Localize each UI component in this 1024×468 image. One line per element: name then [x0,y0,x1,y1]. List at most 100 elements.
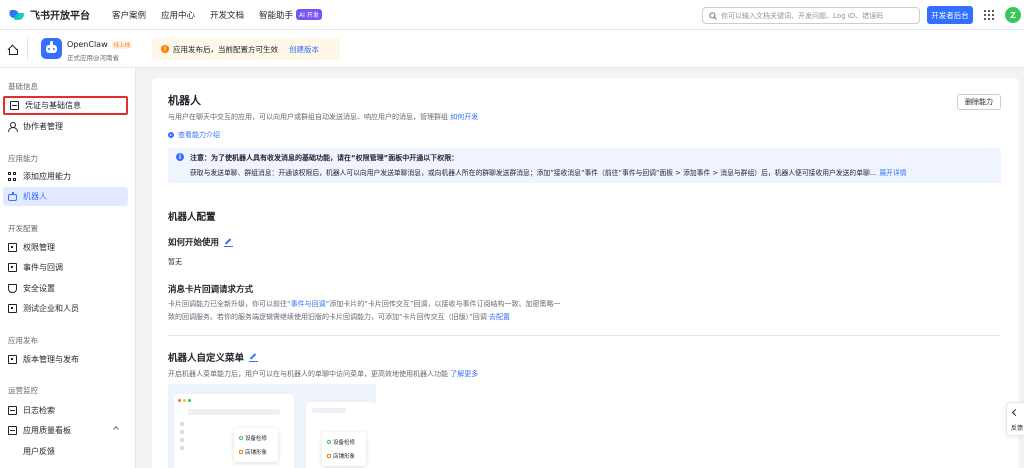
illustration-menu-card: 设备检修 店铺形象 [234,428,278,462]
edit-icon[interactable] [224,238,234,247]
app-robot-icon [41,38,62,59]
info-title: 注意：为了使机器人具有收发消息的基础功能，请在“权限管理”面板中开通以下权限： [190,154,459,162]
feedback-float-button[interactable]: 反馈 [1006,402,1024,436]
events-callbacks-link[interactable]: 事件与回调 [291,300,326,308]
app-name-label: OpenClaw [67,40,108,49]
illus-item-label: 设备检修 [245,436,268,442]
play-icon [168,132,174,138]
chevron-up-icon[interactable] [113,426,119,432]
sidebar-item-test-users[interactable]: 测试企业和人员 [3,299,128,318]
robot-config-title: 机器人配置 [168,212,216,223]
illustration-menu-card: 设备检修 店铺形象 [322,432,366,466]
nav-ai-assistant[interactable]: 智能助手 AI 开发 [259,9,322,21]
capability-intro-link[interactable]: 查看能力介绍 [168,130,220,140]
delete-capability-button[interactable]: 删除能力 [957,94,1001,110]
sidebar-item-label: 应用质量看板 [23,426,71,435]
event-icon [8,263,17,272]
status-badge: 待上线 [111,40,133,49]
custom-menu-desc-text: 开启机器人菜单能力后，用户可以在与机器人的单聊中访问菜单，更高效地使用机器人功能 [168,370,448,378]
card-icon [10,101,19,110]
how-to-use-label: 如何开始使用 [168,238,220,248]
sidebar-item-label: 机器人 [23,192,47,201]
sidebar-item-robot[interactable]: 机器人 [3,187,128,206]
sidebar-section-basic: 基础信息 [8,82,38,91]
empty-value: 暂无 [168,258,182,266]
shield-icon [8,284,17,293]
sidebar-item-events[interactable]: 事件与回调 [3,258,128,277]
search-icon [709,11,717,20]
brand-name: 飞书开放平台 [30,11,90,22]
sidebar-item-label: 协作者管理 [23,122,63,131]
sidebar-item-label: 用户反馈 [23,447,55,456]
sidebar-item-permissions[interactable]: 权限管理 [3,238,128,257]
nav-customer-cases[interactable]: 客户案例 [112,9,146,21]
main-panel: 机器人 删除能力 与用户在聊天中交互的应用，可以向用户或群组自动发送消息、响应用… [152,78,1019,468]
sidebar-item-credentials[interactable]: 凭证与基础信息 [3,96,128,115]
expand-details-link[interactable]: 展开详情 [879,169,906,177]
ai-badge: AI 开发 [296,9,322,20]
card-callback-desc-1: 卡片回调能力已全新升级，你可以前往“事件与回调”添加卡片的“卡片回传交互”回调，… [168,299,561,309]
section-divider [168,335,1001,336]
header-divider [27,38,28,60]
nav-ai-assistant-label: 智能助手 [259,10,294,21]
sidebar-item-label: 版本管理与发布 [23,355,79,364]
go-configure-link[interactable]: 去配置 [489,313,510,321]
nav-app-center[interactable]: 应用中心 [161,9,195,21]
sidebar-section-release: 应用发布 [8,336,38,345]
nav-dev-docs[interactable]: 开发文档 [210,9,244,21]
illus-item-label: 店铺形象 [333,454,356,460]
sidebar-item-label: 日志检索 [23,406,55,415]
app-name[interactable]: OpenClaw 待上线 [67,40,133,49]
card-callback-heading: 消息卡片回调请求方式 [168,285,254,295]
description-text: 与用户在聊天中交互的应用，可以向用户或群组自动发送消息、响应用户的消息，管理群组 [168,113,448,121]
learn-more-link[interactable]: 了解更多 [450,370,478,378]
app-subtitle: 正式应用@河南省 [67,54,119,62]
sidebar-section-monitoring: 运营监控 [8,386,38,395]
sidebar-item-quality[interactable]: 应用质量看板 [3,421,128,440]
menu-illustration: 设备检修 店铺形象 设备检修 店铺形象 [168,384,376,468]
search-input[interactable] [721,11,911,20]
dev-console-button[interactable]: 开发者后台 [927,6,973,24]
card-callback-text-b: ”添加卡片的“卡片回传交互”回调，以接收与事件订阅结构一致、加密策略一 [325,300,561,308]
card-callback-text-a: 卡片回调能力已全新升级，你可以前往“ [168,300,291,308]
feishu-logo-icon [7,8,25,21]
warning-icon: ! [161,45,169,53]
how-to-develop-link[interactable]: 如何开发 [450,113,478,121]
edit-icon[interactable] [249,353,259,362]
sidebar-item-security[interactable]: 安全设置 [3,279,128,298]
create-version-link[interactable]: 创建版本 [289,44,319,55]
page-title: 机器人 [168,94,201,107]
sidebar: 基础信息 凭证与基础信息 协作者管理 应用能力 添加应用能力 机器人 开发配置 … [0,68,136,468]
illus-item-label: 设备检修 [333,440,356,446]
capability-intro-label: 查看能力介绍 [178,131,220,139]
sidebar-item-label: 测试企业和人员 [23,304,79,313]
sidebar-item-label: 事件与回调 [23,263,63,272]
search-box[interactable] [702,7,920,24]
sidebar-item-logs[interactable]: 日志检索 [3,401,128,420]
sidebar-item-label: 安全设置 [23,284,55,293]
info-icon: i [176,153,184,161]
home-icon[interactable] [7,45,18,55]
publish-notice: ! 应用发布后，当前配置方可生效 创建版本 [152,38,340,60]
sidebar-section-capabilities: 应用能力 [8,154,38,163]
how-to-use-heading: 如何开始使用 [168,236,234,248]
permission-info-box: i 注意：为了使机器人具有收发消息的基础功能，请在“权限管理”面板中开通以下权限… [168,148,1001,183]
sidebar-item-versions[interactable]: 版本管理与发布 [3,350,128,369]
brand-logo[interactable]: 飞书开放平台 [7,7,90,22]
box-icon [8,355,17,364]
info-detail-text: 获取与发送单聊、群组消息：开通该权限后，机器人可以向用户发送单聊消息，或向机器人… [190,169,877,177]
user-avatar[interactable]: Z [1005,7,1021,23]
user-icon [8,122,18,132]
sidebar-item-feedback[interactable]: 用户反馈 [3,442,128,461]
custom-menu-heading: 机器人自定义菜单 [168,350,259,364]
notice-text: 应用发布后，当前配置方可生效 [173,44,278,54]
sidebar-item-add-capability[interactable]: 添加应用能力 [3,167,128,186]
lock-icon [8,243,17,252]
apps-grid-icon[interactable] [984,10,994,20]
feedback-label: 反馈 [1011,425,1024,432]
sidebar-item-collaborators[interactable]: 协作者管理 [3,117,128,136]
sidebar-item-label: 凭证与基础信息 [25,101,81,110]
chart-icon [8,426,17,435]
robot-icon [8,192,17,201]
illus-item-label: 店铺形象 [245,450,268,456]
